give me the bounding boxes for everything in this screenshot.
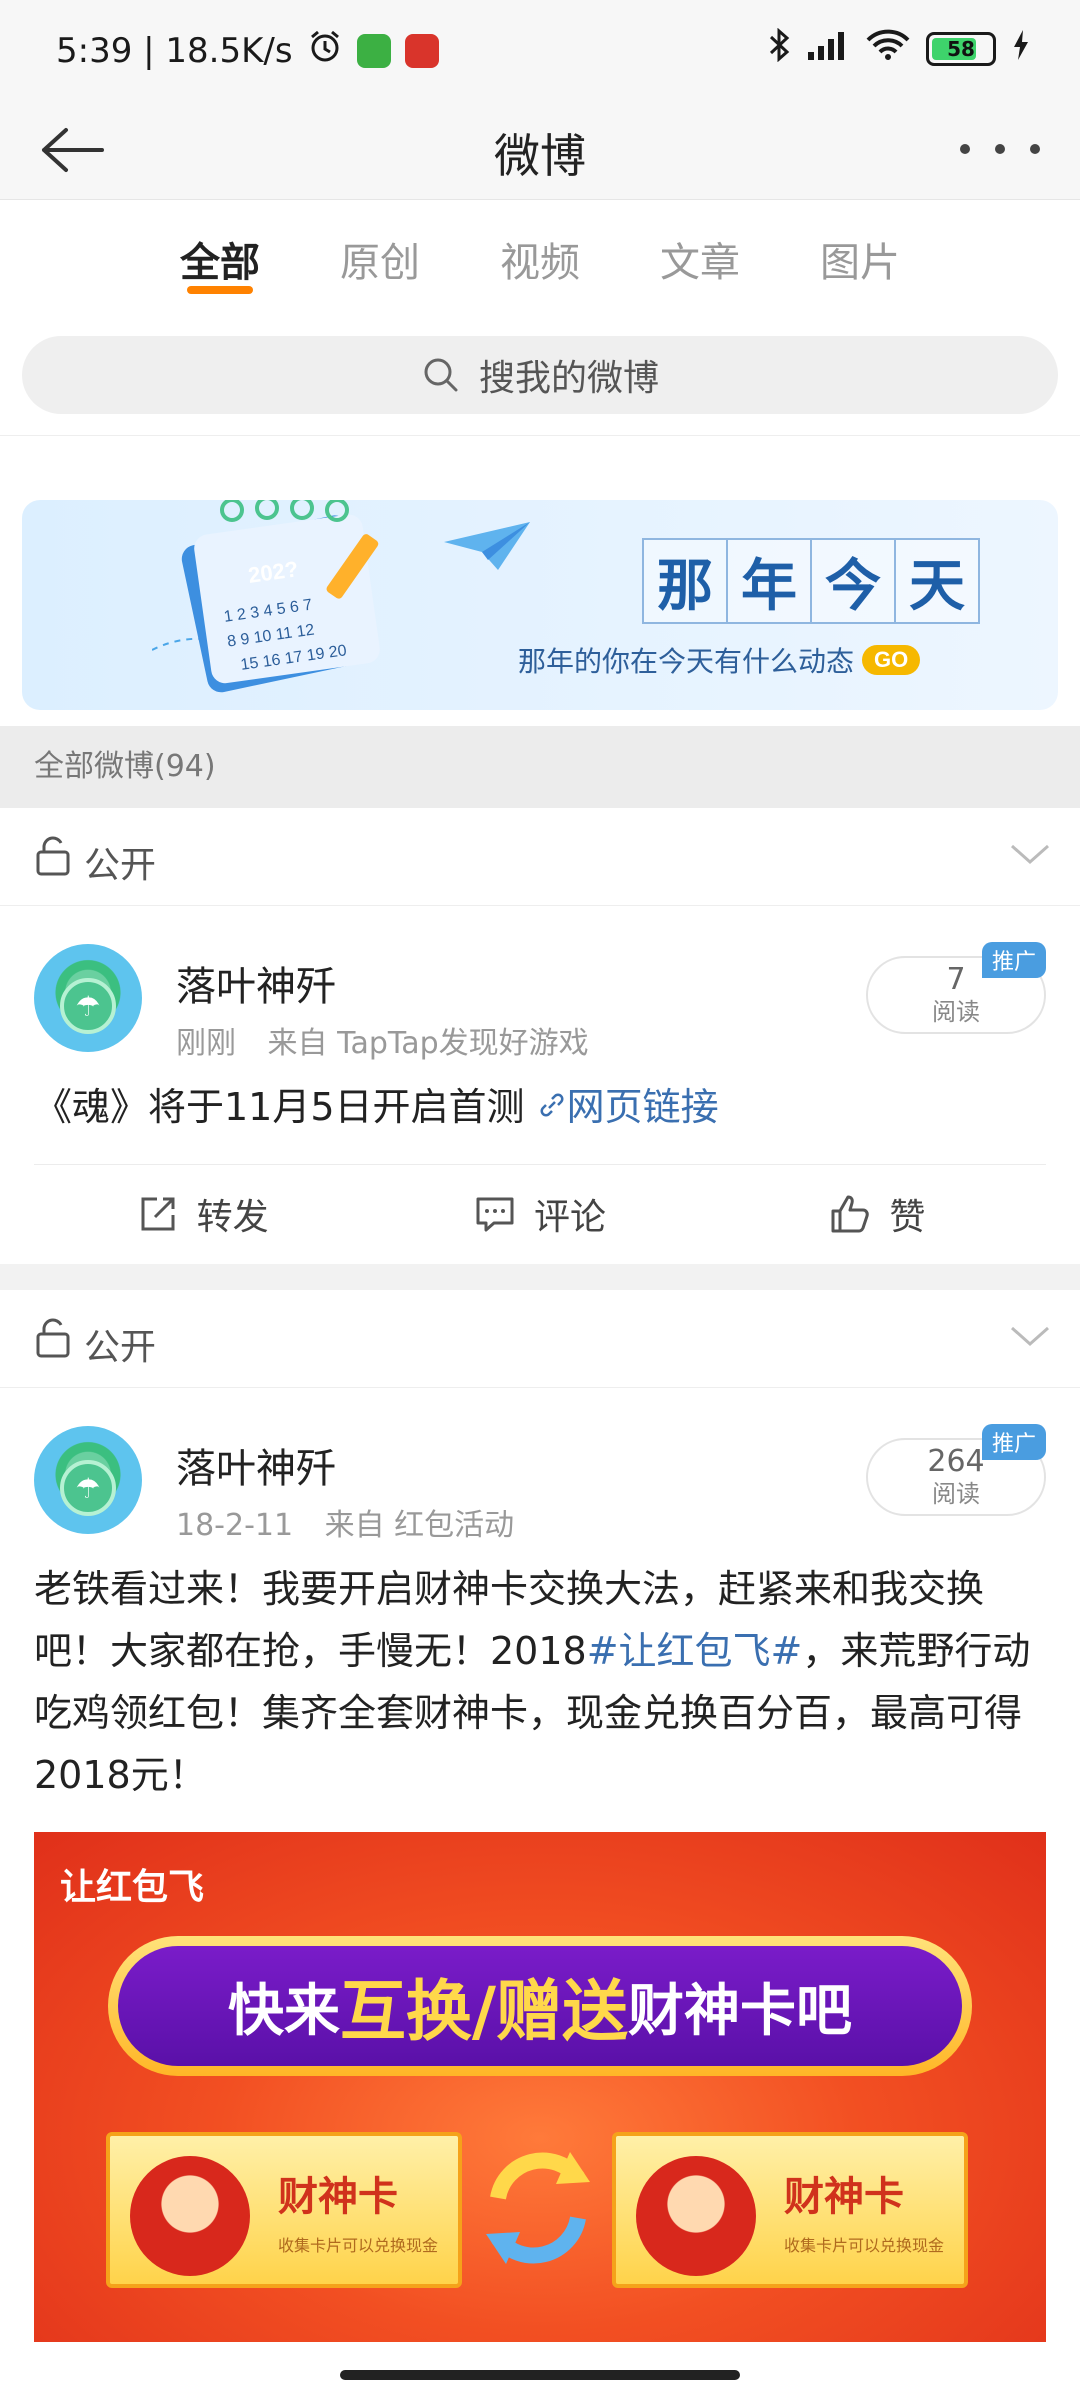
post-card: 公开 ☂ 落叶神歼 刚刚 来自 TapTap发现好游戏 7 阅读 推广 《魂》将… xyxy=(0,808,1080,1264)
filter-tabs: 全部 原创 视频 文章 图片 xyxy=(0,200,1080,316)
go-badge[interactable]: GO xyxy=(862,645,921,675)
app-notification-icon xyxy=(356,33,391,68)
image-tag-text: 让红包飞 xyxy=(60,1867,205,1908)
avatar[interactable]: ☂ xyxy=(34,1426,142,1534)
page-title: 微博 xyxy=(494,129,586,183)
on-this-day-title: 那 年 今 天 xyxy=(642,538,980,624)
visibility-label: 公开 xyxy=(84,1327,157,1368)
author-name[interactable]: 落叶神歼 xyxy=(176,1436,336,1494)
visibility-row[interactable]: 公开 xyxy=(0,1290,1080,1388)
app-notification-icon-2 xyxy=(404,33,439,68)
fortune-card-left: 财神卡 收集卡片可以兑换现金 xyxy=(106,2132,462,2288)
home-indicator[interactable] xyxy=(340,2370,740,2380)
alarm-icon xyxy=(307,28,343,73)
comment-icon xyxy=(476,1197,514,1231)
battery-indicator: 58 xyxy=(926,31,996,66)
repost-button[interactable]: 转发 xyxy=(34,1165,371,1262)
comment-button[interactable]: 评论 xyxy=(371,1165,708,1262)
fortune-god-illustration xyxy=(130,2156,250,2276)
on-this-day-banner[interactable]: 202? 1 2 3 4 5 6 7 8 9 10 11 12 15 16 17… xyxy=(22,500,1058,710)
link-icon xyxy=(540,1093,564,1117)
thumbs-up-icon xyxy=(831,1195,870,1232)
post-count-label: 全部微博(94) xyxy=(0,726,1080,808)
unlock-icon xyxy=(36,1318,70,1358)
signal-icon xyxy=(806,28,850,69)
post-author-row: ☂ 落叶神歼 18-2-11 来自 红包活动 264 阅读 推广 xyxy=(0,1388,1080,1558)
post-time: 刚刚 xyxy=(176,1026,236,1061)
status-time: 5:39 | 18.5K/s xyxy=(56,30,293,71)
post-card: 公开 ☂ 落叶神歼 18-2-11 来自 红包活动 264 阅读 推广 老铁看过… xyxy=(0,1290,1080,2400)
hashtag-link[interactable]: #让红包飞# xyxy=(587,1629,803,1673)
avatar[interactable]: ☂ xyxy=(34,944,142,1052)
post-source: 来自 TapTap发现好游戏 xyxy=(267,1026,589,1061)
post-image[interactable]: 让红包飞 快来 互换/赠送 财神卡吧 财神卡 收集卡片可以兑换现金 财神卡 收集… xyxy=(34,1832,1046,2342)
fortune-god-illustration xyxy=(636,2156,756,2276)
chevron-down-icon[interactable] xyxy=(1010,1324,1050,1348)
top-nav-bar: 微博 xyxy=(0,100,1080,200)
post-meta: 刚刚 来自 TapTap发现好游戏 xyxy=(176,1018,611,1062)
chevron-down-icon[interactable] xyxy=(1010,842,1050,866)
post-source: 来自 红包活动 xyxy=(324,1508,515,1543)
more-options-button[interactable] xyxy=(960,124,1040,174)
post-actions: 转发 评论 赞 xyxy=(34,1164,1046,1262)
status-bar: 5:39 | 18.5K/s 58 xyxy=(0,0,1080,100)
tab-articles[interactable]: 文章 xyxy=(660,200,740,316)
search-section: 搜我的微博 xyxy=(0,316,1080,436)
post-meta: 18-2-11 来自 红包活动 xyxy=(176,1500,536,1544)
visibility-label: 公开 xyxy=(84,845,157,886)
banner-subtitle: 那年的你在今天有什么动态 GO xyxy=(518,640,921,680)
search-input[interactable]: 搜我的微博 xyxy=(22,336,1058,414)
post-text: 《魂》将于11月5日开启首测 网页链接 xyxy=(34,1085,719,1129)
calendar-illustration: 202? 1 2 3 4 5 6 7 8 9 10 11 12 15 16 17… xyxy=(152,500,380,693)
promote-tag[interactable]: 推广 xyxy=(981,942,1046,978)
wifi-icon xyxy=(866,28,910,69)
promote-tag[interactable]: 推广 xyxy=(981,1424,1046,1460)
paper-plane-icon xyxy=(444,522,530,570)
repost-icon xyxy=(141,1197,175,1230)
post-time: 18-2-11 xyxy=(176,1508,294,1543)
like-button[interactable]: 赞 xyxy=(709,1165,1046,1262)
search-placeholder: 搜我的微博 xyxy=(478,358,659,399)
visibility-row[interactable]: 公开 xyxy=(0,808,1080,906)
image-headline: 快来 互换/赠送 财神卡吧 xyxy=(108,1936,972,2076)
tab-video[interactable]: 视频 xyxy=(500,200,580,316)
tab-all[interactable]: 全部 xyxy=(180,200,260,316)
tab-original[interactable]: 原创 xyxy=(340,200,420,316)
post-text: 老铁看过来！我要开启财神卡交换大法，赶紧来和我交换吧！大家都在抢，手慢无！201… xyxy=(34,1567,1031,1797)
post-author-row: ☂ 落叶神歼 刚刚 来自 TapTap发现好游戏 7 阅读 推广 xyxy=(0,906,1080,1076)
unlock-icon xyxy=(36,836,70,876)
web-link[interactable]: 网页链接 xyxy=(537,1085,719,1129)
tab-images[interactable]: 图片 xyxy=(820,200,900,316)
bluetooth-icon xyxy=(768,27,790,69)
banner-section: 202? 1 2 3 4 5 6 7 8 9 10 11 12 15 16 17… xyxy=(0,436,1080,726)
author-name[interactable]: 落叶神歼 xyxy=(176,954,336,1012)
exchange-arrows-icon xyxy=(486,2152,590,2264)
fortune-card-right: 财神卡 收集卡片可以兑换现金 xyxy=(612,2132,968,2288)
charging-icon xyxy=(1012,30,1030,67)
search-icon xyxy=(424,358,458,392)
